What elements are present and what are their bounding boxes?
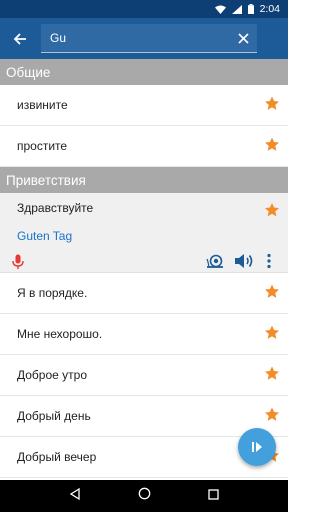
nav-back-icon[interactable]	[69, 487, 81, 505]
back-button[interactable]	[0, 18, 40, 59]
speaker-icon[interactable]	[234, 253, 254, 274]
star-icon[interactable]	[264, 366, 280, 385]
nav-recents-icon[interactable]	[208, 487, 219, 505]
phrase-text: Добрый вечер	[17, 450, 97, 464]
list-item[interactable]: извините	[0, 85, 288, 126]
status-time: 2:04	[259, 3, 280, 15]
clear-icon	[237, 32, 249, 44]
navigation-bar	[0, 480, 288, 512]
more-vert-icon[interactable]	[266, 253, 272, 274]
battery-icon	[247, 4, 254, 14]
phrase-text: извините	[17, 98, 68, 112]
phrase-text: Доброе утро	[17, 368, 88, 382]
snail-icon[interactable]	[206, 253, 224, 274]
microphone-icon[interactable]	[11, 254, 25, 275]
list-item[interactable]: Мне нехорошо.	[0, 314, 288, 355]
phrase-text: Добрый день	[17, 409, 91, 423]
star-icon[interactable]	[264, 407, 280, 426]
star-icon[interactable]	[264, 96, 280, 115]
signal-icon	[231, 4, 242, 14]
phrase-list: Общие извините простите Приветствия Здра…	[0, 59, 288, 480]
list-item[interactable]: Доброе утро	[0, 355, 288, 396]
play-icon	[252, 442, 262, 452]
back-arrow-icon	[13, 32, 26, 45]
section-header-general: Общие	[0, 59, 288, 85]
clear-search-button[interactable]	[229, 24, 257, 53]
star-icon[interactable]	[264, 202, 280, 223]
section-header-greetings: Приветствия	[0, 167, 288, 193]
phrase-text: Здравствуйте	[17, 201, 94, 215]
phrase-text: Я в порядке.	[17, 286, 88, 300]
status-bar: 2:04	[0, 0, 288, 18]
play-fab-button[interactable]	[238, 428, 276, 466]
list-item[interactable]: простите	[0, 126, 288, 167]
phrase-text: Мне нехорошо.	[17, 327, 103, 341]
translation-text: Guten Tag	[17, 229, 73, 243]
nav-home-icon[interactable]	[138, 487, 151, 505]
star-icon[interactable]	[264, 137, 280, 156]
expanded-list-item[interactable]: Здравствуйте Guten Tag	[0, 193, 288, 273]
star-icon[interactable]	[264, 284, 280, 303]
search-input[interactable]	[50, 31, 220, 45]
app-bar	[0, 18, 288, 59]
wifi-icon	[214, 5, 226, 14]
phrase-text: простите	[17, 139, 68, 153]
star-icon[interactable]	[264, 325, 280, 344]
search-box	[41, 24, 257, 53]
list-item[interactable]: Я в порядке.	[0, 273, 288, 314]
